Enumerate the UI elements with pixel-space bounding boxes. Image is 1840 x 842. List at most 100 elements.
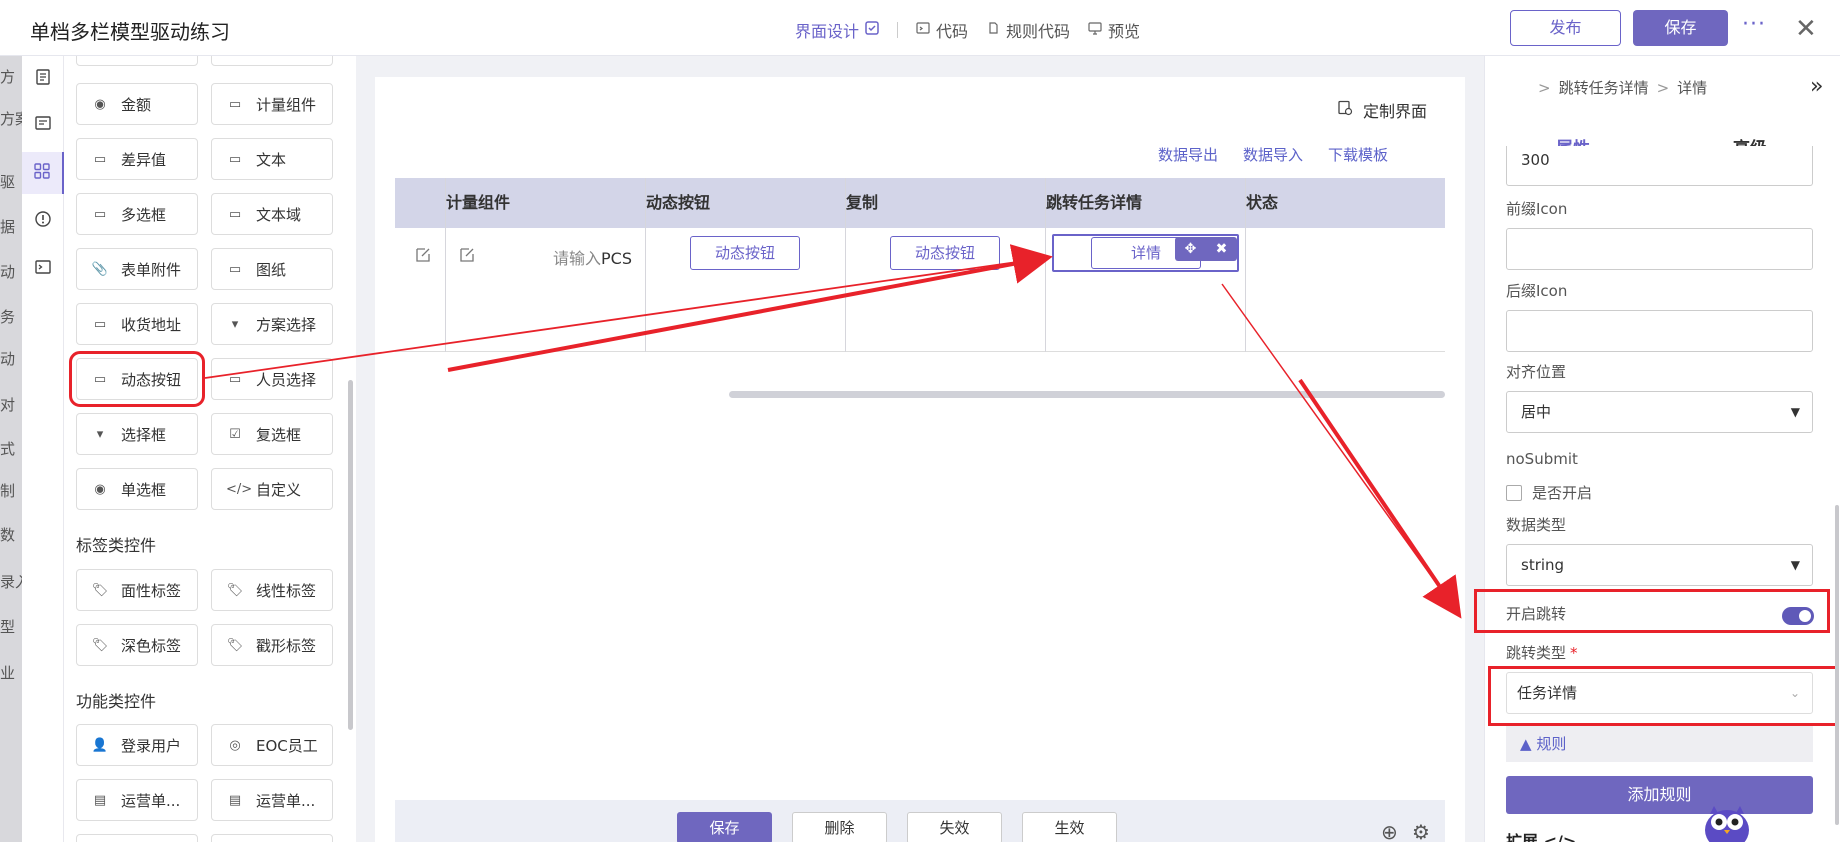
rail-item-console[interactable] <box>22 248 64 290</box>
bottom-activate-button[interactable]: 生效 <box>1022 812 1117 842</box>
width-input[interactable]: 300 <box>1506 146 1813 186</box>
move-icon[interactable]: ✥ <box>1185 241 1197 257</box>
suffix-icon-input[interactable] <box>1506 310 1813 352</box>
tab-rule-code[interactable]: 规则代码 <box>986 18 1070 42</box>
palette-item[interactable]: ◉ 单选框 <box>76 468 198 510</box>
rail-item-pages[interactable] <box>22 58 64 100</box>
field-icon: ▭ <box>228 206 242 222</box>
palette-item[interactable]: ▾ 方案选择 <box>211 303 333 345</box>
link-data-import[interactable]: 数据导入 <box>1243 144 1303 165</box>
column-header[interactable]: 动态按钮 <box>646 178 710 228</box>
user-icon: 👤 <box>91 737 109 753</box>
field-icon: ▭ <box>93 371 107 387</box>
palette-item[interactable]: ▭ 多选框 <box>76 193 198 235</box>
tag-icon: 🏷 <box>91 582 109 598</box>
bottom-save-button[interactable]: 保存 <box>677 812 772 842</box>
column-header[interactable]: 计量组件 <box>446 178 510 228</box>
edit-icon[interactable] <box>414 246 432 268</box>
bg-text: 对 <box>0 396 16 414</box>
palette-item[interactable]: ▭ 计量组件 <box>211 83 333 125</box>
palette-item[interactable]: 🏷 线性标签 <box>211 569 333 611</box>
breadcrumb-item[interactable]: 跳转任务详情 <box>1559 79 1649 97</box>
palette-item[interactable]: ▭ 收货地址 <box>76 303 198 345</box>
collapse-panel-icon[interactable]: » <box>1810 74 1823 99</box>
palette-item[interactable]: ▭ 文本域 <box>211 193 333 235</box>
prefix-icon-input[interactable] <box>1506 228 1813 270</box>
palette-item-label: 表单附件 <box>121 260 182 279</box>
rule-section-toggle[interactable]: ▲ 规则 <box>1506 726 1813 762</box>
palette-item[interactable]: ◉ 金额 <box>76 83 198 125</box>
assistant-mascot-icon[interactable] <box>1700 800 1754 842</box>
close-icon[interactable]: ✕ <box>1795 14 1817 44</box>
tab-separator <box>897 22 899 38</box>
palette-item[interactable]: ▭ 图纸 <box>211 248 333 290</box>
quantity-input[interactable]: 请输入PCS <box>553 245 632 269</box>
save-button[interactable]: 保存 <box>1633 10 1728 46</box>
column-header[interactable]: 复制 <box>846 178 878 228</box>
tab-code[interactable]: 代码 <box>916 18 968 42</box>
palette-item[interactable]: ▭ 人员选择 <box>211 358 333 400</box>
background-page-strip: 方 方案 驱 据 动 务 动 对 式 制 数 录入 型 业 <box>0 56 22 842</box>
link-download-template[interactable]: 下载模板 <box>1328 144 1388 165</box>
breadcrumb-item[interactable]: 详情 <box>1677 79 1707 97</box>
palette-item-hidden[interactable] <box>76 834 198 842</box>
column-divider <box>1245 178 1246 352</box>
code-tag-icon: </> <box>226 481 253 497</box>
rule-label: 规则 <box>1536 735 1567 753</box>
tab-ui-design-label: 界面设计 <box>795 22 860 41</box>
palette-item[interactable]: ▭ 差异值 <box>76 138 198 180</box>
palette-item-hidden[interactable] <box>76 56 198 66</box>
nosubmit-checkbox[interactable]: 是否开启 <box>1506 482 1592 503</box>
palette-item-label: 自定义 <box>256 480 302 499</box>
dynamic-button[interactable]: 动态按钮 <box>890 236 1000 270</box>
field-icon: ▭ <box>228 371 242 387</box>
gear-icon[interactable]: ⚙ <box>1412 820 1430 842</box>
checkbox-icon: ☑ <box>229 426 241 442</box>
rail-item-components[interactable] <box>22 152 64 194</box>
palette-item[interactable]: 🏷 面性标签 <box>76 569 198 611</box>
link-data-export[interactable]: 数据导出 <box>1158 144 1218 165</box>
palette-item[interactable]: 👤 登录用户 <box>76 724 198 766</box>
add-rule-button[interactable]: 添加规则 <box>1506 776 1813 814</box>
palette-item[interactable]: </> 自定义 <box>211 468 333 510</box>
palette-scrollbar[interactable] <box>348 380 353 730</box>
column-divider <box>645 178 646 352</box>
publish-button[interactable]: 发布 <box>1510 10 1621 46</box>
column-header[interactable]: 跳转任务详情 <box>1046 178 1142 228</box>
add-circle-icon[interactable]: ⊕ <box>1381 820 1398 842</box>
palette-item[interactable]: 📎 表单附件 <box>76 248 198 290</box>
expand-section-label: 扩展 </> <box>1506 832 1577 842</box>
palette-item-label: 方案选择 <box>256 315 317 334</box>
palette-item[interactable]: ▾ 选择框 <box>76 413 198 455</box>
palette-item-dynamic-button[interactable]: ▭ 动态按钮 <box>69 351 205 407</box>
bottom-delete-button[interactable]: 删除 <box>792 812 887 842</box>
column-divider <box>445 178 446 352</box>
group-title-tags: 标签类控件 <box>76 536 157 555</box>
datatype-select[interactable]: string ▼ <box>1506 544 1813 586</box>
checkbox-icon[interactable] <box>1506 484 1522 501</box>
align-select[interactable]: 居中 ▼ <box>1506 391 1813 433</box>
palette-item-hidden[interactable] <box>211 834 333 842</box>
tab-preview[interactable]: 预览 <box>1088 18 1140 42</box>
palette-item[interactable]: ☑ 复选框 <box>211 413 333 455</box>
palette-item[interactable]: ▭ 文本 <box>211 138 333 180</box>
more-icon[interactable]: ··· <box>1742 12 1766 37</box>
rail-item-alerts[interactable] <box>22 200 64 242</box>
dynamic-button[interactable]: 动态按钮 <box>690 236 800 270</box>
edit-icon[interactable] <box>458 246 476 268</box>
delete-icon[interactable]: ✖ <box>1216 241 1228 257</box>
palette-item-hidden[interactable] <box>211 56 333 66</box>
field-icon: ▭ <box>228 96 242 112</box>
palette-item[interactable]: 🏷 戳形标签 <box>211 624 333 666</box>
bottom-invalidate-button[interactable]: 失效 <box>907 812 1002 842</box>
palette-item[interactable]: ▤ 运营单... <box>76 779 198 821</box>
palette-item[interactable]: ▤ 运营单... <box>211 779 333 821</box>
column-header[interactable]: 状态 <box>1246 178 1278 228</box>
properties-scrollbar[interactable] <box>1835 505 1839 825</box>
palette-item[interactable]: 🏷 深色标签 <box>76 624 198 666</box>
custom-ui-button[interactable]: 定制界面 <box>1337 98 1427 122</box>
palette-item[interactable]: ◎ EOC员工 <box>211 724 333 766</box>
rail-item-layout[interactable] <box>22 104 64 146</box>
table-horizontal-scrollbar[interactable] <box>729 391 1445 398</box>
tab-ui-design[interactable]: 界面设计 <box>795 18 879 42</box>
